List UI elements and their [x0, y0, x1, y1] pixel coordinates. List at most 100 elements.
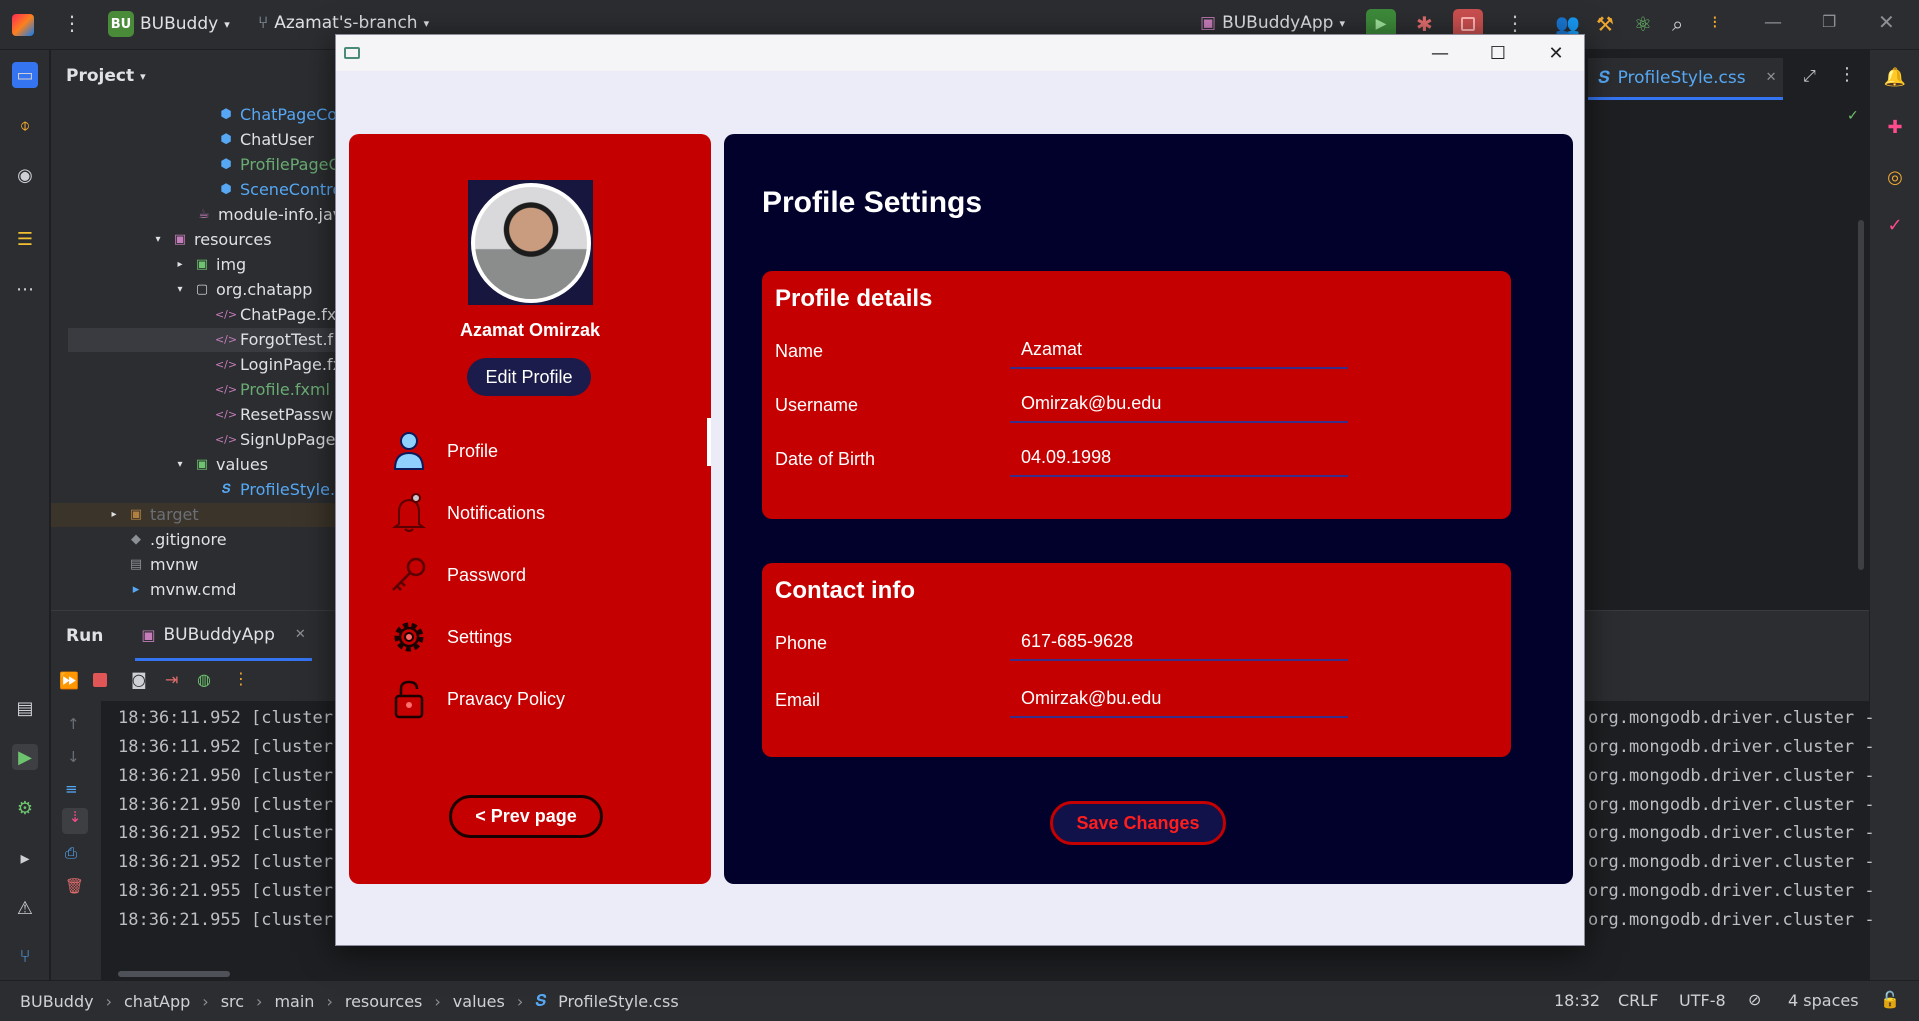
line-separator[interactable]: CRLF	[1618, 991, 1658, 1010]
close-icon[interactable]: ✕	[1528, 35, 1584, 71]
bookmarks-icon[interactable]: ▤	[12, 695, 38, 721]
print-icon[interactable]: ⎙	[65, 844, 77, 862]
console-h-scrollbar[interactable]	[118, 971, 230, 977]
name-field[interactable]: Azamat	[1010, 331, 1348, 369]
notifications-icon[interactable]: 🔔	[1882, 64, 1908, 90]
maximize-icon[interactable]: ☐	[1470, 35, 1526, 71]
services-icon[interactable]: ⚙	[12, 795, 38, 821]
tree-item[interactable]: 𝑺 ProfileStyle.c	[218, 477, 344, 502]
minimize-icon[interactable]: —	[1764, 12, 1782, 33]
sidebar-item-profile[interactable]: Profile	[389, 428, 498, 474]
indent-setting[interactable]: 4 spaces	[1788, 991, 1859, 1010]
caret-position[interactable]: 18:32	[1554, 991, 1600, 1010]
run-app-tab[interactable]: ▣ BUBuddyApp ✕	[135, 611, 312, 661]
inspections-icon[interactable]: ⊘	[1748, 990, 1761, 1009]
more-actions-icon[interactable]: ⋮	[1505, 11, 1525, 35]
editor-tab[interactable]: 𝑺 ProfileStyle.css ✕	[1588, 58, 1783, 100]
tree-item[interactable]: </> Profile.fxml	[215, 377, 330, 402]
username-field[interactable]: Omirzak@bu.edu	[1010, 385, 1348, 423]
more-icon[interactable]: ⋮	[233, 669, 249, 688]
close-tab-icon[interactable]: ✕	[1766, 70, 1777, 85]
ai-assistant-icon[interactable]: ✚	[1882, 114, 1908, 140]
sidebar-item-settings[interactable]: Settings	[389, 614, 512, 660]
read-only-lock-icon[interactable]: 🔓	[1880, 990, 1900, 1009]
sidebar-item-notifications[interactable]: Notifications	[389, 490, 545, 536]
project-switcher[interactable]: BU BUBuddy ▾	[108, 11, 230, 37]
minimize-icon[interactable]: —	[1412, 35, 1468, 71]
plugin-icon[interactable]: ⚛	[1634, 12, 1652, 36]
edit-profile-button[interactable]: Edit Profile	[467, 358, 591, 396]
tree-item[interactable]: ▸ ▣ img	[172, 252, 246, 277]
breadcrumb-item[interactable]: ProfileStyle.css	[558, 992, 679, 1011]
breadcrumb-item[interactable]: BUBuddy	[20, 992, 94, 1011]
terminal-icon[interactable]: ▸	[12, 845, 38, 871]
tree-item[interactable]: ⬢ ChatUser	[218, 127, 314, 152]
tree-item[interactable]: ▾ ▣ resources	[150, 227, 271, 252]
branch-switcher[interactable]: ⑂ Azamat's-branch ▾	[258, 13, 429, 33]
github-icon[interactable]: ◉	[12, 162, 38, 188]
tree-item[interactable]: </> ResetPassw	[215, 402, 333, 427]
editor-more-icon[interactable]: ⋮	[1838, 64, 1856, 85]
breadcrumb-item[interactable]: main	[274, 992, 314, 1011]
code-with-me-icon[interactable]: 👥	[1555, 12, 1580, 36]
sidebar-item-password[interactable]: Password	[389, 552, 526, 598]
tree-item[interactable]: ⬢ ProfilePageC	[218, 152, 339, 177]
breadcrumb-item[interactable]: values	[453, 992, 505, 1011]
project-panel-header[interactable]: Project ▾	[51, 50, 351, 102]
restore-icon[interactable]: ❐	[1822, 12, 1836, 31]
tree-item[interactable]: ▸ mvnw.cmd	[128, 577, 237, 602]
down-arrow-icon[interactable]: ↓	[67, 748, 80, 766]
breadcrumb-item[interactable]: src	[221, 992, 244, 1011]
prev-page-button[interactable]: < Prev page	[449, 795, 603, 838]
main-menu-icon[interactable]: ⋮	[62, 11, 82, 35]
phone-field[interactable]: 617-685-9628	[1010, 623, 1348, 661]
stop-icon[interactable]	[93, 673, 107, 687]
editor-scrollbar[interactable]	[1858, 220, 1864, 570]
scroll-to-end-icon[interactable]: ⇣	[62, 808, 88, 834]
sidebar-item-privacy-policy[interactable]: Pravacy Policy	[389, 676, 565, 722]
breadcrumb-item[interactable]: resources	[345, 992, 423, 1011]
trash-icon[interactable]: 🗑	[65, 877, 84, 895]
tree-item[interactable]: </> ChatPage.fx	[215, 302, 336, 327]
project-view-icon[interactable]: ▭	[12, 62, 38, 88]
vcs-plugin-icon[interactable]: ✓	[1882, 212, 1908, 238]
run-tool-icon[interactable]: ▶	[12, 744, 38, 770]
tree-item[interactable]: ▤ mvnw	[128, 552, 198, 577]
commit-icon[interactable]: ⌽	[12, 112, 38, 138]
save-changes-button[interactable]: Save Changes	[1050, 801, 1226, 845]
email-field[interactable]: Omirzak@bu.edu	[1010, 680, 1348, 718]
tree-item[interactable]: </> SignUpPage	[215, 427, 336, 452]
dob-field[interactable]: 04.09.1998	[1010, 439, 1348, 477]
tree-item[interactable]: ☕ module-info.jav	[196, 202, 342, 227]
tree-item[interactable]: ▾ ▢ org.chatapp	[172, 277, 312, 302]
up-arrow-icon[interactable]: ↑	[67, 715, 80, 733]
database-icon[interactable]: ◎	[1882, 164, 1908, 190]
close-icon[interactable]: ✕	[1878, 10, 1895, 34]
camera-icon[interactable]: ◙	[131, 670, 147, 689]
exit-icon[interactable]: ⇥	[165, 670, 178, 689]
build-tools-icon[interactable]: ⚒	[1596, 12, 1614, 36]
debug-icon[interactable]: ✱	[1416, 12, 1433, 36]
tree-item[interactable]: ⬢ ChatPageCo	[218, 102, 337, 127]
structure-icon[interactable]: ☰	[12, 226, 38, 252]
updates-icon[interactable]: ⁝	[1712, 12, 1718, 33]
tree-item[interactable]: ▾ ▣ values	[172, 452, 268, 477]
run-tab-title[interactable]: Run	[66, 626, 103, 646]
tree-item[interactable]: ⬢ SceneContro	[218, 177, 342, 202]
close-tab-icon[interactable]: ✕	[295, 627, 306, 642]
avatar[interactable]	[468, 180, 593, 305]
breadcrumb-item[interactable]: chatApp	[124, 992, 190, 1011]
soft-wrap-icon[interactable]: ≡	[65, 780, 78, 798]
tree-item[interactable]: </> ForgotTest.f	[215, 327, 333, 352]
tree-item[interactable]: </> LoginPage.fx	[215, 352, 342, 377]
file-encoding[interactable]: UTF-8	[1679, 991, 1726, 1010]
tree-item[interactable]: ▸ ▣ target	[106, 502, 198, 527]
run-config-selector[interactable]: ▣ BUBuddyApp ▾	[1200, 13, 1345, 33]
rerun-icon[interactable]: ⏩	[59, 671, 79, 690]
coverage-icon[interactable]: ◍	[197, 670, 211, 689]
problems-icon[interactable]: ⚠	[12, 895, 38, 921]
tree-item[interactable]: ◆ .gitignore	[128, 527, 227, 552]
git-icon[interactable]: ⑂	[12, 943, 38, 969]
more-tools-icon[interactable]: ⋯	[12, 276, 38, 302]
search-icon[interactable]: ⌕	[1672, 12, 1683, 36]
